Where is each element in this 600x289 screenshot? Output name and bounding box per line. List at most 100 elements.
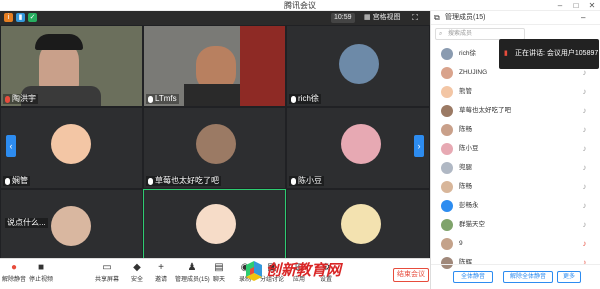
- tile-label: 草莓也太好吃了吧: [146, 176, 221, 186]
- member-name: rich徐: [459, 50, 476, 57]
- participant-hair: [35, 34, 83, 50]
- tile-label: 娴管: [3, 176, 30, 186]
- video-tile-active-speaker[interactable]: [143, 189, 286, 269]
- list-item[interactable]: 草莓也太好吃了吧 ♪: [431, 101, 600, 120]
- member-name: 兜腿: [459, 164, 472, 171]
- avatar: [441, 48, 453, 60]
- avatar: [441, 105, 453, 117]
- watermark-text: 创新教育网: [266, 262, 342, 279]
- list-item[interactable]: 9 ♪: [431, 234, 600, 253]
- video-tile[interactable]: 说点什么...: [0, 189, 143, 269]
- video-tile[interactable]: 陶洪宇: [0, 25, 143, 107]
- mic-icon[interactable]: ♪: [581, 125, 588, 134]
- invite-button[interactable]: + 邀请: [147, 262, 175, 284]
- list-item[interactable]: 熊管 ♪: [431, 82, 600, 101]
- panel-header: ⧉ 管理成员(15) –: [431, 11, 600, 25]
- chat-icon: ▤: [214, 262, 224, 273]
- mic-muted-icon[interactable]: ♪: [581, 239, 588, 248]
- avatar: [441, 86, 453, 98]
- chat-hint-text: 说点什么...: [7, 218, 46, 227]
- chat-button[interactable]: ▤ 聊天: [205, 262, 233, 284]
- mic-icon[interactable]: ♪: [581, 144, 588, 153]
- avatar: [441, 162, 453, 174]
- participant-shirt: [184, 84, 248, 106]
- mic-icon: [148, 95, 153, 103]
- member-name: 彭畅永: [459, 202, 479, 209]
- list-item[interactable]: 兜腿 ♪: [431, 158, 600, 177]
- unmute-button[interactable]: ● 解除静音: [0, 262, 28, 284]
- unmute-all-button[interactable]: 解除全体静音: [503, 271, 553, 283]
- video-grid: 陶洪宇 LTmfs rich徐 娴管 草莓也太好吃了吧 陈小豆 说点什么... …: [0, 25, 430, 269]
- mic-icon[interactable]: ♪: [581, 163, 588, 172]
- meeting-top-bar: i ▮ ✓ 10:59 ▦ 宫格视图 ⛶: [0, 11, 430, 25]
- share-screen-button[interactable]: ▭ 共享屏幕: [93, 262, 121, 284]
- avatar: [341, 204, 381, 244]
- participant-name: 陈小豆: [298, 176, 322, 185]
- member-name: 陈小豆: [459, 145, 479, 152]
- meeting-timer: 10:59: [331, 13, 355, 23]
- video-tile[interactable]: LTmfs: [143, 25, 286, 107]
- speaker-icon: ▮: [504, 50, 508, 57]
- list-item[interactable]: 陈畅 ♪: [431, 120, 600, 139]
- avatar: [441, 143, 453, 155]
- shield-icon[interactable]: ✓: [28, 13, 37, 22]
- member-name: ZHUJING: [459, 69, 488, 76]
- unmute-label: 解除静音: [1, 277, 26, 283]
- avatar: [51, 124, 91, 164]
- mic-muted-icon: ●: [10, 262, 18, 273]
- member-name: 陈畅: [459, 183, 472, 190]
- avatar: [441, 200, 453, 212]
- avatar: [339, 44, 379, 84]
- mic-icon[interactable]: ♪: [581, 87, 588, 96]
- mic-icon[interactable]: ♪: [581, 201, 588, 210]
- bottom-toolbar: ● 解除静音 ■ 停止视频 ▭ 共享屏幕 ◆ 安全 + 邀请 ♟ 管理成员(15) ▤ 聊天 …: [0, 258, 430, 289]
- screen-share-icon: ▭: [102, 262, 112, 273]
- more-button[interactable]: 更多: [557, 271, 581, 283]
- minimize-icon[interactable]: –: [552, 0, 568, 11]
- mute-all-button[interactable]: 全体静音: [453, 271, 493, 283]
- list-item[interactable]: 彭畅永 ♪: [431, 196, 600, 215]
- video-tile[interactable]: 陈小豆: [286, 107, 430, 189]
- prev-page-arrow[interactable]: ‹: [6, 135, 16, 157]
- avatar: [341, 124, 381, 164]
- video-tile[interactable]: 娴管: [0, 107, 143, 189]
- video-tile[interactable]: [286, 189, 430, 269]
- member-name: 熊管: [459, 88, 472, 95]
- popout-icon[interactable]: ⧉: [434, 13, 440, 23]
- invite-icon: +: [158, 262, 164, 273]
- fullscreen-icon[interactable]: ⛶: [410, 13, 420, 23]
- manage-members-label: 管理成员(15): [175, 277, 210, 283]
- stop-video-button[interactable]: ■ 停止视频: [27, 262, 55, 284]
- list-item[interactable]: 陈小豆 ♪: [431, 139, 600, 158]
- member-name: 群猫天空: [459, 221, 485, 228]
- member-name: 9: [459, 240, 463, 247]
- close-icon[interactable]: ✕: [584, 0, 600, 11]
- chat-hint[interactable]: 说点什么...: [5, 218, 48, 228]
- mic-icon[interactable]: ♪: [581, 106, 588, 115]
- manage-members-button[interactable]: ♟ 管理成员(15): [175, 262, 210, 284]
- list-item[interactable]: 陈畅 ♪: [431, 177, 600, 196]
- video-area: i ▮ ✓ 10:59 ▦ 宫格视图 ⛶ 陶洪宇 LTmfs rich徐 娴管 …: [0, 11, 430, 289]
- participant-name: rich徐: [298, 94, 319, 103]
- list-item[interactable]: 群猫天空 ♪: [431, 215, 600, 234]
- end-meeting-button[interactable]: 结束会议: [393, 268, 429, 282]
- maximize-icon[interactable]: □: [568, 0, 584, 11]
- camera-icon: ■: [37, 262, 45, 273]
- tile-label: 陈小豆: [289, 176, 324, 186]
- video-tile[interactable]: 草莓也太好吃了吧: [143, 107, 286, 189]
- background-object: [240, 26, 285, 106]
- member-name: 草莓也太好吃了吧: [459, 107, 511, 114]
- avatar: [196, 204, 236, 244]
- avatar: [51, 206, 91, 246]
- tile-label: 陶洪宇: [3, 94, 38, 104]
- video-tile[interactable]: rich徐: [286, 25, 430, 107]
- mic-icon[interactable]: ♪: [581, 68, 588, 77]
- next-page-arrow[interactable]: ›: [414, 135, 424, 157]
- close-panel-icon[interactable]: –: [581, 13, 585, 23]
- mic-icon[interactable]: ♪: [581, 220, 588, 229]
- signal-icon[interactable]: ▮: [16, 13, 25, 22]
- window-title: 腾讯会议: [284, 1, 316, 10]
- meeting-info-icon[interactable]: i: [4, 13, 13, 22]
- mic-icon[interactable]: ♪: [581, 182, 588, 191]
- view-switch[interactable]: ▦ 宫格视图: [361, 13, 404, 23]
